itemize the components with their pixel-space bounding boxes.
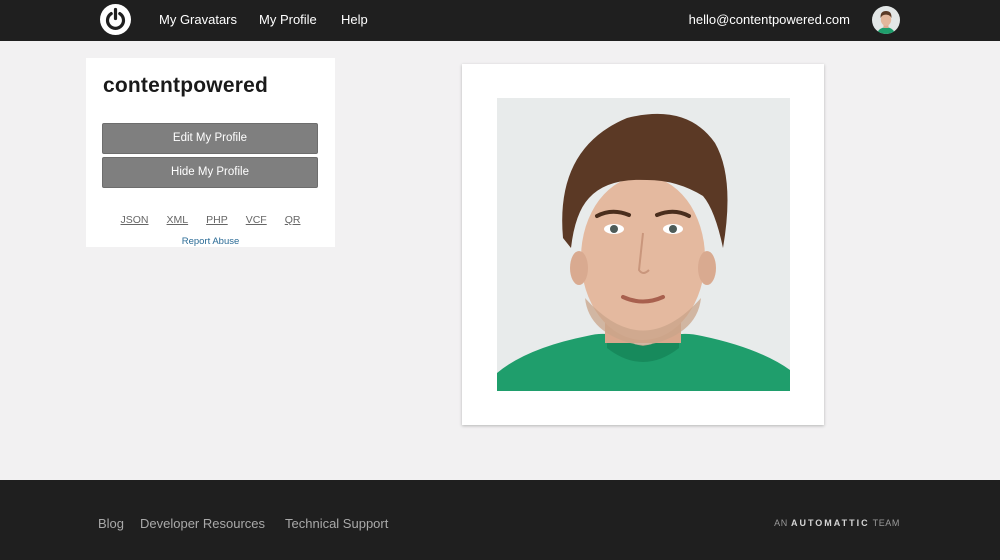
automattic-team-credit[interactable]: AN AUTOMATTIC TEAM [774, 518, 900, 528]
nav-my-gravatars[interactable]: My Gravatars [159, 0, 237, 41]
footer-link-technical-support[interactable]: Technical Support [285, 516, 388, 531]
format-link-vcf[interactable]: VCF [246, 214, 267, 226]
report-abuse-link[interactable]: Report Abuse [86, 236, 335, 247]
credit-suffix: TEAM [872, 518, 900, 528]
user-email-link[interactable]: hello@contentpowered.com [689, 0, 850, 40]
top-navigation-bar: My Gravatars My Profile Help hello@conte… [0, 0, 1000, 41]
nav-help[interactable]: Help [341, 0, 368, 41]
user-avatar[interactable] [872, 6, 900, 34]
footer-link-blog[interactable]: Blog [98, 516, 124, 531]
format-link-php[interactable]: PHP [206, 214, 228, 226]
credit-prefix: AN [774, 518, 788, 528]
profile-photo [497, 98, 790, 391]
hide-profile-button[interactable]: Hide My Profile [102, 157, 318, 188]
profile-sidebar-card: contentpowered Edit My Profile Hide My P… [86, 58, 335, 247]
format-link-xml[interactable]: XML [167, 214, 189, 226]
profile-photo-frame [462, 64, 824, 425]
format-link-qr[interactable]: QR [285, 214, 301, 226]
edit-profile-button[interactable]: Edit My Profile [102, 123, 318, 154]
format-link-json[interactable]: JSON [121, 214, 149, 226]
profile-username: contentpowered [103, 74, 268, 97]
site-footer: Blog Developer Resources Technical Suppo… [0, 480, 1000, 560]
footer-link-developer-resources[interactable]: Developer Resources [140, 516, 265, 531]
gravatar-logo-icon[interactable] [100, 4, 131, 35]
automattic-wordmark: AUTOMATTIC [790, 518, 870, 528]
nav-my-profile[interactable]: My Profile [259, 0, 317, 41]
profile-format-links: JSON XML PHP VCF QR [86, 214, 335, 226]
